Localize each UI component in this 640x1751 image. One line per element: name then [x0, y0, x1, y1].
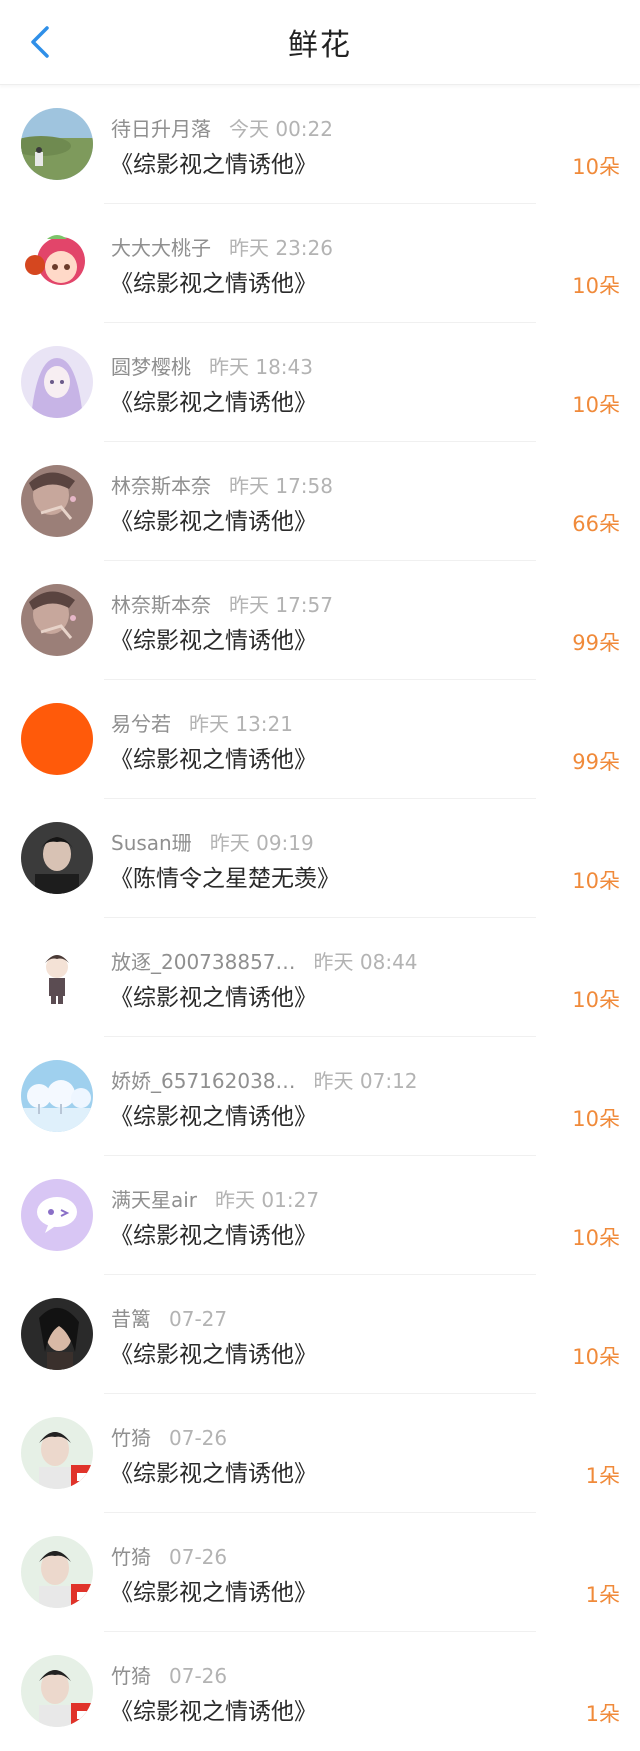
list-item[interactable]: 林奈斯本奈 昨天 17:57 《综影视之情诱他》 99朵: [0, 561, 640, 680]
timestamp: 昨天 17:58: [229, 474, 333, 498]
flower-count: 10朵: [572, 1226, 620, 1250]
book-title[interactable]: 《综影视之情诱他》: [110, 1335, 317, 1369]
book-title[interactable]: 《综影视之情诱他》: [110, 145, 317, 179]
flower-count: 1朵: [585, 1583, 620, 1607]
timestamp: 昨天 18:43: [209, 355, 313, 379]
woman-portrait-avatar-icon[interactable]: [21, 1298, 93, 1370]
book-title[interactable]: 《综影视之情诱他》: [110, 502, 317, 536]
flower-count: 99朵: [572, 631, 620, 655]
user-name[interactable]: 放逐_200738857…: [111, 950, 296, 974]
timestamp: 昨天 08:44: [313, 950, 418, 974]
list-item[interactable]: 待日升月落 今天 00:22 《综影视之情诱他》 10朵: [0, 85, 640, 204]
man-red-avatar-icon[interactable]: [21, 1536, 93, 1608]
list-item[interactable]: 竹猗 07-26 《综影视之情诱他》 1朵: [0, 1513, 640, 1632]
book-title[interactable]: 《陈情令之星楚无羡》: [110, 859, 340, 893]
user-name[interactable]: 昔篱: [111, 1307, 151, 1331]
man-red-avatar-icon[interactable]: [21, 1417, 93, 1489]
page-title: 鲜花: [288, 28, 352, 63]
flower-count: 99朵: [572, 750, 620, 774]
list-item[interactable]: 林奈斯本奈 昨天 17:58 《综影视之情诱他》 66朵: [0, 442, 640, 561]
list-item[interactable]: 昔篱 07-27 《综影视之情诱他》 10朵: [0, 1275, 640, 1394]
book-title[interactable]: 《综影视之情诱他》: [110, 1454, 317, 1488]
list-item[interactable]: 娇娇_657162038… 昨天 07:12 《综影视之情诱他》 10朵: [0, 1037, 640, 1156]
flower-count: 10朵: [572, 869, 620, 893]
book-title[interactable]: 《综影视之情诱他》: [110, 978, 317, 1012]
chat-bubble-avatar-icon[interactable]: [21, 1179, 93, 1251]
book-title[interactable]: 《综影视之情诱他》: [110, 740, 317, 774]
flower-count: 10朵: [572, 155, 620, 179]
book-title[interactable]: 《综影视之情诱他》: [110, 621, 317, 655]
timestamp: 今天 00:22: [229, 117, 333, 141]
timestamp: 昨天 23:26: [229, 236, 333, 260]
list-item[interactable]: 易兮若 昨天 13:21 《综影视之情诱他》 99朵: [0, 680, 640, 799]
man-portrait-avatar-icon[interactable]: [21, 822, 93, 894]
book-title[interactable]: 《综影视之情诱他》: [110, 383, 317, 417]
flower-list: 待日升月落 今天 00:22 《综影视之情诱他》 10朵 大大大桃子 昨天 23:2…: [0, 85, 640, 1751]
book-title[interactable]: 《综影视之情诱他》: [110, 1097, 317, 1131]
man-red-avatar-icon[interactable]: [21, 1655, 93, 1727]
top-bar: 鲜花: [0, 0, 640, 85]
user-name[interactable]: 待日升月落: [111, 117, 211, 141]
flower-count: 10朵: [572, 393, 620, 417]
flower-count: 10朵: [572, 988, 620, 1012]
winter-trees-avatar-icon[interactable]: [21, 1060, 93, 1132]
timestamp: 07-26: [169, 1545, 228, 1569]
book-title[interactable]: 《综影视之情诱他》: [110, 264, 317, 298]
user-name[interactable]: 林奈斯本奈: [111, 593, 211, 617]
timestamp: 07-26: [169, 1426, 228, 1450]
flower-count: 1朵: [585, 1464, 620, 1488]
user-name[interactable]: 圆梦樱桃: [111, 355, 191, 379]
timestamp: 昨天 01:27: [215, 1188, 320, 1212]
person-photo-avatar-icon[interactable]: [21, 584, 93, 656]
list-item[interactable]: Susan珊 昨天 09:19 《陈情令之星楚无羡》 10朵: [0, 799, 640, 918]
book-title[interactable]: 《综影视之情诱他》: [110, 1216, 317, 1250]
user-name[interactable]: 林奈斯本奈: [111, 474, 211, 498]
landscape-avatar-icon[interactable]: [21, 108, 93, 180]
flower-count: 1朵: [585, 1702, 620, 1726]
timestamp: 昨天 07:12: [313, 1069, 418, 1093]
anime-girl-avatar-icon[interactable]: [21, 346, 93, 418]
timestamp: 07-26: [169, 1664, 228, 1688]
user-name[interactable]: 竹猗: [111, 1664, 151, 1688]
list-item[interactable]: 大大大桃子 昨天 23:26 《综影视之情诱他》 10朵: [0, 204, 640, 323]
book-title[interactable]: 《综影视之情诱他》: [110, 1573, 317, 1607]
orange-circle-avatar-icon[interactable]: [21, 703, 93, 775]
list-item[interactable]: 满天星air 昨天 01:27 《综影视之情诱他》 10朵: [0, 1156, 640, 1275]
timestamp: 07-27: [169, 1307, 228, 1331]
list-item[interactable]: 竹猗 07-26 《综影视之情诱他》 1朵: [0, 1394, 640, 1513]
flower-count: 10朵: [572, 274, 620, 298]
flower-count: 10朵: [572, 1107, 620, 1131]
person-photo-avatar-icon[interactable]: [21, 465, 93, 537]
timestamp: 昨天 13:21: [189, 712, 293, 736]
peach-character-avatar-icon[interactable]: [21, 227, 93, 299]
user-name[interactable]: 满天星air: [111, 1188, 197, 1212]
flower-count: 66朵: [572, 512, 620, 536]
user-name[interactable]: 竹猗: [111, 1545, 151, 1569]
list-item[interactable]: 竹猗 07-26 《综影视之情诱他》 1朵: [0, 1632, 640, 1751]
timestamp: 昨天 17:57: [229, 593, 333, 617]
user-name[interactable]: 竹猗: [111, 1426, 151, 1450]
user-name[interactable]: 易兮若: [111, 712, 171, 736]
list-item[interactable]: 放逐_200738857… 昨天 08:44 《综影视之情诱他》 10朵: [0, 918, 640, 1037]
user-name[interactable]: 娇娇_657162038…: [111, 1069, 296, 1093]
cartoon-boy-avatar-icon[interactable]: [21, 941, 93, 1013]
book-title[interactable]: 《综影视之情诱他》: [110, 1692, 317, 1726]
timestamp: 昨天 09:19: [209, 831, 314, 855]
user-name[interactable]: Susan珊: [111, 831, 192, 855]
user-name[interactable]: 大大大桃子: [111, 236, 211, 260]
list-item[interactable]: 圆梦樱桃 昨天 18:43 《综影视之情诱他》 10朵: [0, 323, 640, 442]
flower-count: 10朵: [572, 1345, 620, 1369]
